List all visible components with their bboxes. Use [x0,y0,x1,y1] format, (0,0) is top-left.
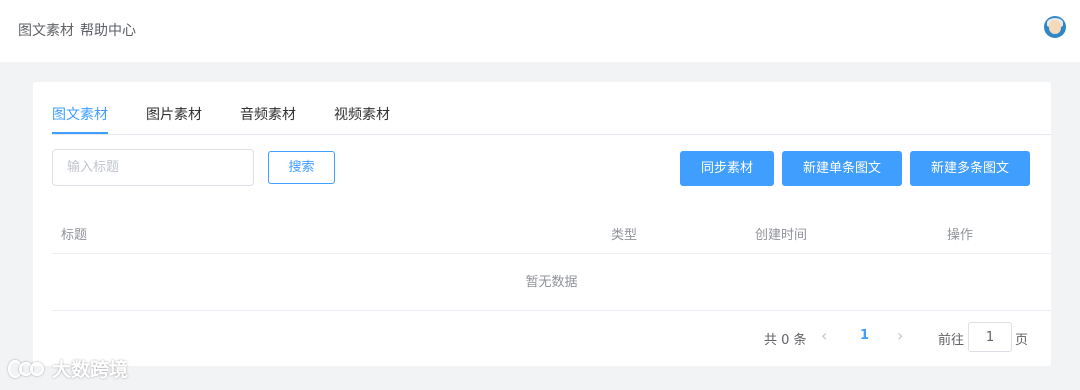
avatar[interactable] [1044,16,1066,38]
new-multi-article-button[interactable]: 新建多条图文 [910,151,1030,186]
sync-materials-button[interactable]: 同步素材 [680,151,774,186]
page-number[interactable]: 1 [860,328,869,343]
column-actions: 操作 [947,228,974,243]
new-single-article-button[interactable]: 新建单条图文 [782,151,902,186]
empty-table-message: 暂无数据 [52,254,1051,311]
goto-page-input[interactable] [968,322,1012,352]
tab-video[interactable]: 视频素材 [334,106,390,134]
avatar-face [1049,20,1061,34]
pagination: 共 0 条 ‹ 1 › 前往 页 [33,322,1051,352]
breadcrumb: 图文素材 帮助中心 [18,20,136,40]
watermark: 大数跨境 [8,355,128,382]
column-title: 标题 [61,228,88,243]
watermark-logo-icon [8,358,48,380]
page-suffix-label: 页 [1015,333,1029,348]
tab-images[interactable]: 图片素材 [146,106,202,134]
tabs-divider [52,134,1051,135]
search-input[interactable] [52,149,254,186]
watermark-text: 大数跨境 [52,359,129,381]
content-card: 图文素材 图片素材 音频素材 视频素材 搜索 同步素材 新建单条图文 新建多条图… [33,82,1051,366]
search-button[interactable]: 搜索 [268,151,335,184]
column-type: 类型 [611,228,638,243]
column-created-time: 创建时间 [755,228,808,243]
pagination-total: 共 0 条 [764,333,807,348]
breadcrumb-section[interactable]: 图文素材 [18,20,74,40]
table-header: 标题 类型 创建时间 操作 [52,212,1051,254]
tab-image-text[interactable]: 图文素材 [52,106,108,134]
tab-audio[interactable]: 音频素材 [240,106,296,134]
prev-page-icon[interactable]: ‹ [821,326,827,345]
help-center-link[interactable]: 帮助中心 [80,20,136,40]
goto-label: 前往 [938,333,965,348]
top-bar: 图文素材 帮助中心 [0,0,1080,62]
material-tabs: 图文素材 图片素材 音频素材 视频素材 [52,106,428,136]
next-page-icon[interactable]: › [897,326,903,345]
